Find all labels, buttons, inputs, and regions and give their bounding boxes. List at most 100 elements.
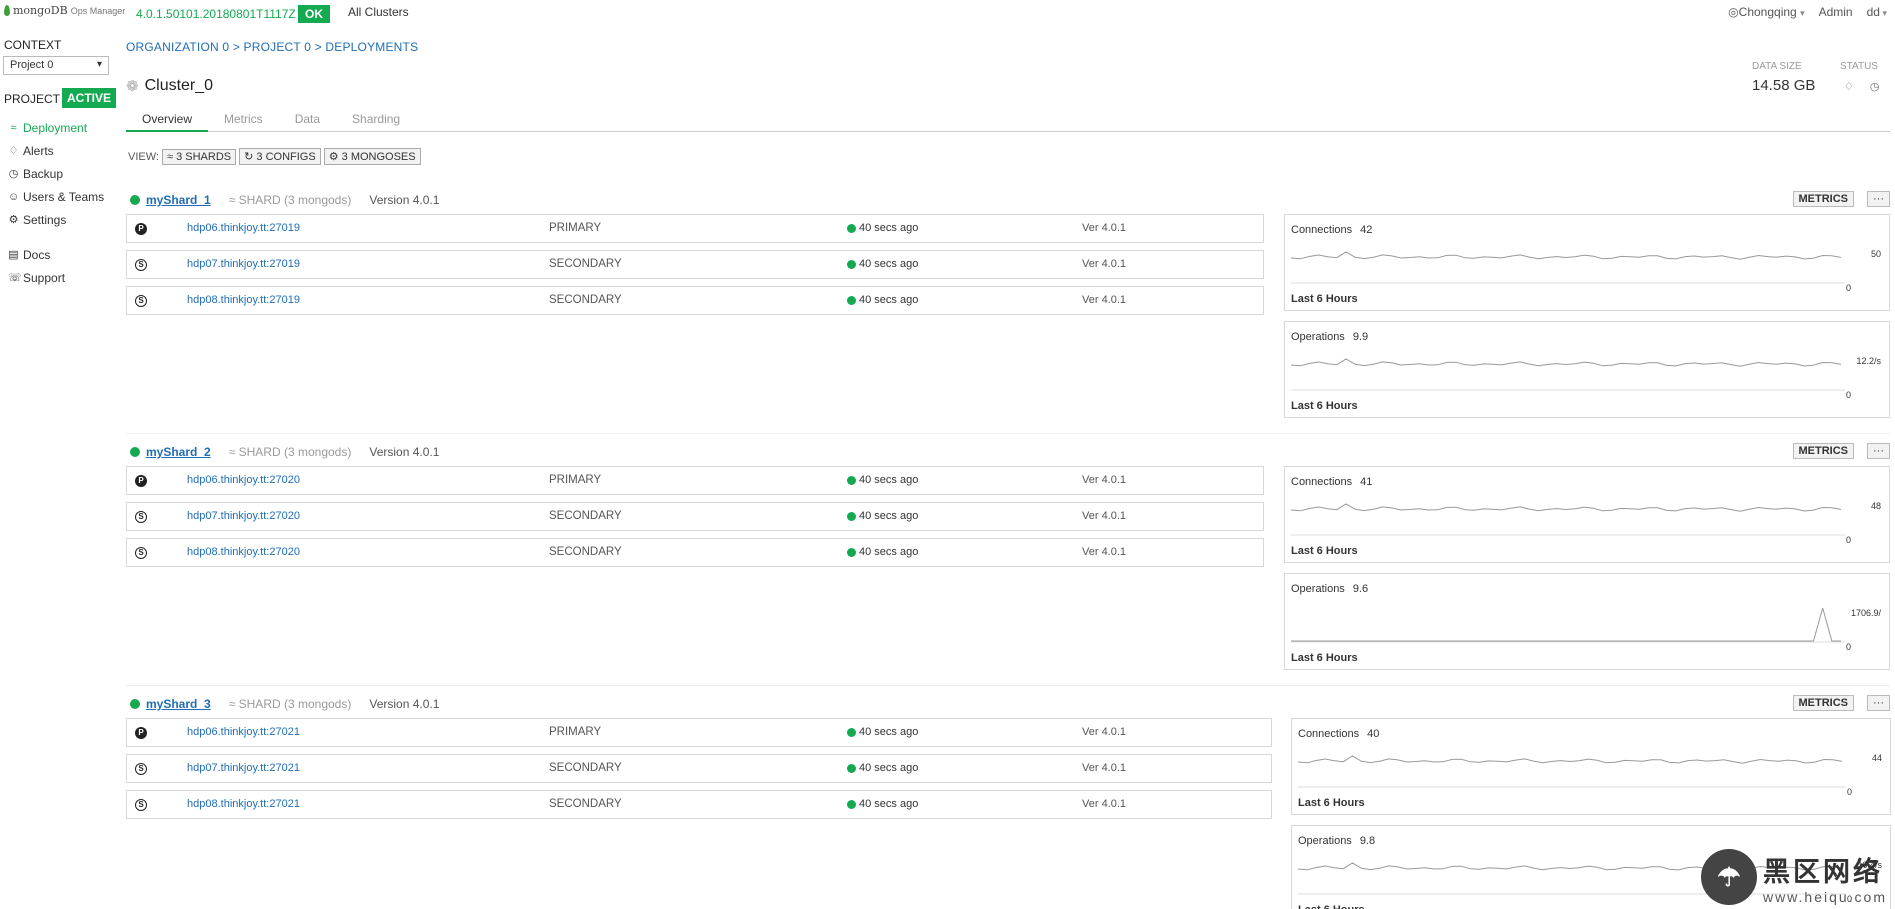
operations-metric-card[interactable]: Operations 9.6 1706.9/ 0 Last 6 Hours: [1284, 573, 1890, 670]
sidebar-item-docs[interactable]: ▤ Docs: [8, 243, 104, 266]
view-mongoses-label: 3 MONGOSES: [341, 151, 416, 163]
view-configs-label: 3 CONFIGS: [256, 151, 316, 163]
sidebar-item-backup[interactable]: ◷ Backup: [8, 162, 104, 185]
process-version: Ver 4.0.1: [1082, 798, 1127, 810]
data-size-label: DATA SIZE: [1752, 61, 1802, 72]
all-clusters-link[interactable]: All Clusters: [348, 5, 409, 19]
sidebar-item-users-teams[interactable]: ☺ Users & Teams: [8, 185, 104, 208]
mongodb-logo[interactable]: mongoDB Ops Manager: [4, 4, 125, 17]
breadcrumb[interactable]: ORGANIZATION 0 > PROJECT 0 > DEPLOYMENTS: [126, 40, 418, 54]
primary-icon: P: [135, 475, 147, 487]
shard-name-link[interactable]: myShard_3: [146, 697, 211, 711]
view-filter: VIEW: ≈ 3 SHARDS ↻ 3 CONFIGS ⚙ 3 MONGOSE…: [128, 148, 421, 165]
metric-value: 41: [1360, 476, 1373, 488]
process-row[interactable]: S hdp08.thinkjoy.tt:27020 SECONDARY 40 s…: [126, 538, 1264, 567]
shard-type-label: SHARD (3 mongods): [238, 697, 352, 711]
metric-title: Connections 41: [1291, 476, 1372, 488]
tab-overview[interactable]: Overview: [126, 111, 209, 132]
top-right-menu: ◎Chongqing Admin dd: [1728, 5, 1887, 19]
operations-metric-card[interactable]: Operations 9.9 12.2/s 0 Last 6 Hours: [1284, 321, 1890, 418]
agent-version: 4.0.1.50101.20180801T1117Z: [136, 7, 296, 21]
metric-value: 9.8: [1359, 835, 1376, 847]
metrics-button[interactable]: METRICS: [1792, 443, 1854, 459]
cluster-gear-icon[interactable]: ❁: [126, 77, 139, 95]
cluster-title: ❁ Cluster_0: [126, 77, 213, 95]
process-ping-label: 40 secs ago: [859, 474, 919, 486]
process-host-link[interactable]: hdp07.thinkjoy.tt:27021: [187, 762, 300, 774]
watermark-logo-icon: ☂: [1700, 849, 1757, 905]
metric-value: 40: [1367, 728, 1380, 740]
more-options-button[interactable]: ···: [1867, 695, 1890, 711]
connections-metric-card[interactable]: Connections 42 50 0 Last 6 Hours: [1284, 214, 1890, 311]
ping-dot-icon: [847, 511, 856, 521]
more-options-button[interactable]: ···: [1867, 191, 1890, 207]
shard-name-link[interactable]: myShard_1: [146, 193, 211, 207]
process-host-link[interactable]: hdp08.thinkjoy.tt:27020: [187, 546, 300, 558]
process-host-link[interactable]: hdp06.thinkjoy.tt:27020: [187, 474, 300, 486]
process-row[interactable]: S hdp08.thinkjoy.tt:27021 SECONDARY 40 s…: [126, 790, 1272, 819]
process-ping-label: 40 secs ago: [859, 258, 919, 270]
connections-metric-card[interactable]: Connections 40 44 0 Last 6 Hours: [1291, 718, 1891, 815]
process-host-link[interactable]: hdp06.thinkjoy.tt:27021: [187, 726, 300, 738]
sidebar-item-deployment[interactable]: ≈ Deployment: [8, 116, 104, 139]
view-configs-button[interactable]: ↻ 3 CONFIGS: [239, 148, 321, 165]
process-host-link[interactable]: hdp08.thinkjoy.tt:27021: [187, 798, 300, 810]
project-select[interactable]: Project 0: [3, 56, 109, 75]
sidebar-item-settings[interactable]: ⚙ Settings: [8, 208, 104, 231]
config-icon: ↻: [244, 151, 254, 163]
project-label: PROJECT: [4, 92, 61, 106]
metrics-button[interactable]: METRICS: [1792, 191, 1854, 207]
metric-title: Operations 9.6: [1291, 583, 1368, 595]
process-host-link[interactable]: hdp06.thinkjoy.tt:27019: [187, 222, 300, 234]
sidebar-item-support[interactable]: ☏ Support: [8, 266, 104, 289]
metrics-button[interactable]: METRICS: [1792, 695, 1854, 711]
process-ping-label: 40 secs ago: [859, 294, 919, 306]
active-badge: ACTIVE: [62, 88, 117, 108]
process-last-ping: 40 secs ago: [847, 258, 918, 270]
history-icon[interactable]: ◷: [1870, 80, 1880, 93]
shard-version: Version 4.0.1: [369, 697, 440, 711]
process-host-link[interactable]: hdp07.thinkjoy.tt:27020: [187, 510, 300, 522]
shard-type: ≈ SHARD (3 mongods): [229, 445, 352, 459]
process-row[interactable]: P hdp06.thinkjoy.tt:27019 PRIMARY 40 sec…: [126, 214, 1264, 243]
metric-value: 42: [1360, 224, 1373, 236]
more-options-button[interactable]: ···: [1867, 443, 1890, 459]
process-last-ping: 40 secs ago: [847, 294, 918, 306]
process-version: Ver 4.0.1: [1082, 510, 1127, 522]
connections-metric-card[interactable]: Connections 41 48 0 Last 6 Hours: [1284, 466, 1890, 563]
tab-data[interactable]: Data: [279, 111, 336, 132]
tab-metrics[interactable]: Metrics: [208, 111, 279, 132]
sidebar-item-label: Backup: [23, 166, 64, 181]
shard-header: myShard_2 ≈ SHARD (3 mongods) Version 4.…: [130, 445, 439, 459]
process-host-link[interactable]: hdp07.thinkjoy.tt:27019: [187, 258, 300, 270]
metric-label: Operations: [1291, 331, 1345, 343]
secondary-icon: S: [135, 547, 147, 559]
headset-icon: ☏: [8, 272, 22, 284]
metric-label: Connections: [1291, 224, 1353, 236]
process-ping-label: 40 secs ago: [859, 798, 919, 810]
metric-footer: Last 6 Hours: [1291, 293, 1358, 305]
process-host-link[interactable]: hdp08.thinkjoy.tt:27019: [187, 294, 300, 306]
sidebar-item-alerts[interactable]: ♢ Alerts: [8, 139, 104, 162]
shard-name-link[interactable]: myShard_2: [146, 445, 211, 459]
view-shards-button[interactable]: ≈ 3 SHARDS: [161, 148, 237, 165]
process-row[interactable]: P hdp06.thinkjoy.tt:27021 PRIMARY 40 sec…: [126, 718, 1272, 747]
metric-value: 9.9: [1352, 331, 1369, 343]
bell-icon[interactable]: ♢: [1844, 80, 1854, 93]
process-version: Ver 4.0.1: [1082, 222, 1127, 234]
process-row[interactable]: S hdp07.thinkjoy.tt:27019 SECONDARY 40 s…: [126, 250, 1264, 279]
admin-link[interactable]: Admin: [1819, 5, 1853, 19]
location-dropdown[interactable]: ◎Chongqing: [1728, 5, 1804, 19]
process-row[interactable]: S hdp07.thinkjoy.tt:27020 SECONDARY 40 s…: [126, 502, 1264, 531]
process-last-ping: 40 secs ago: [847, 798, 918, 810]
process-row[interactable]: S hdp08.thinkjoy.tt:27019 SECONDARY 40 s…: [126, 286, 1264, 315]
deployment-icon: ≈: [10, 121, 17, 134]
secondary-icon: S: [135, 763, 147, 775]
process-row[interactable]: S hdp07.thinkjoy.tt:27021 SECONDARY 40 s…: [126, 754, 1272, 783]
view-mongoses-button[interactable]: ⚙ 3 MONGOSES: [323, 148, 421, 165]
location-label: Chongqing: [1738, 5, 1797, 19]
metric-label: Connections: [1291, 476, 1353, 488]
tab-sharding[interactable]: Sharding: [336, 111, 416, 132]
user-dropdown[interactable]: dd: [1867, 5, 1887, 19]
process-row[interactable]: P hdp06.thinkjoy.tt:27020 PRIMARY 40 sec…: [126, 466, 1264, 495]
